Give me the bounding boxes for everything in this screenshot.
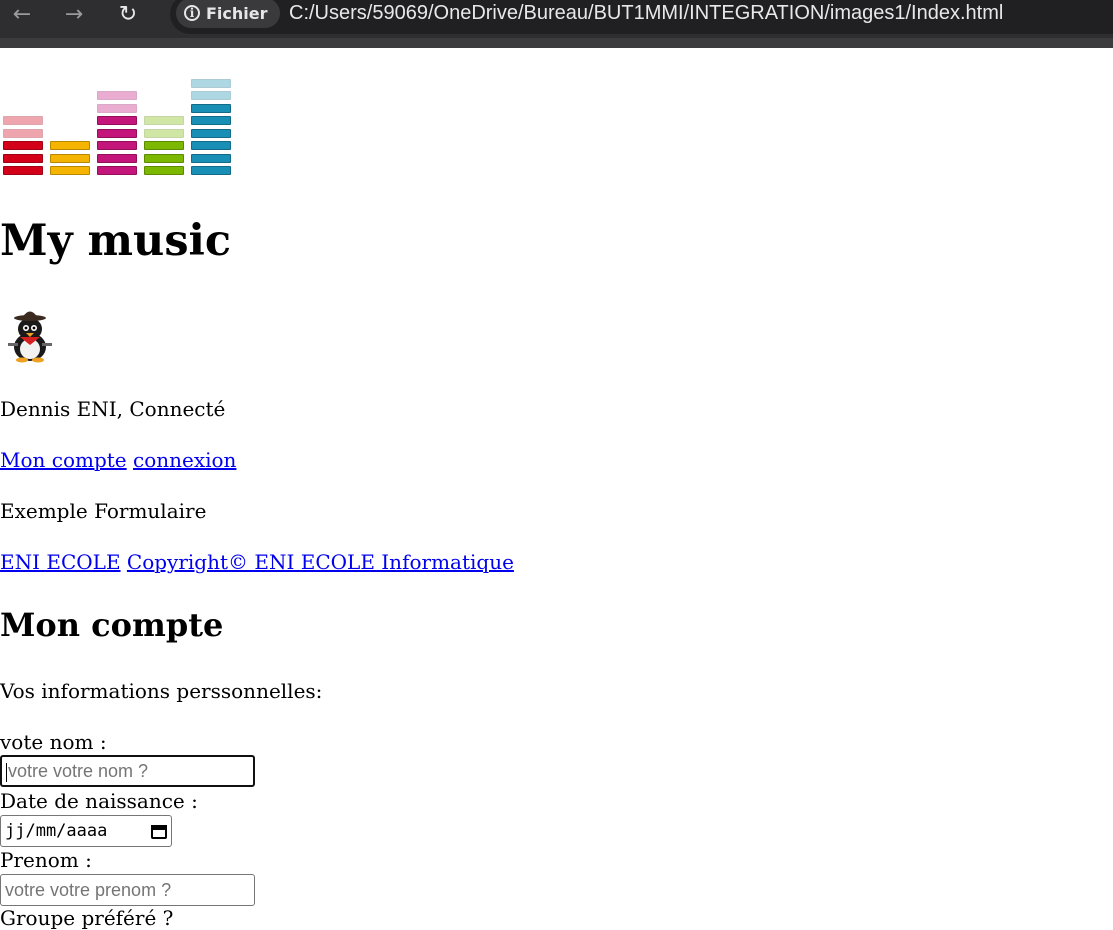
equalizer-segment [97, 116, 137, 125]
prenom-input[interactable]: votre votre prenom ? [0, 874, 255, 906]
equalizer-column [3, 75, 43, 175]
calendar-icon[interactable] [151, 823, 167, 839]
browser-toolbar: ← → ↻ i Fichier C:/Users/59069/OneDrive/… [0, 0, 1113, 48]
info-icon: i [184, 5, 200, 21]
birth-date-label: Date de naissance : [0, 789, 198, 813]
equalizer-segment [97, 91, 137, 100]
equalizer-column [97, 75, 137, 175]
equalizer-segment [50, 166, 90, 175]
equalizer-segment [191, 166, 231, 175]
user-avatar-penguin-icon [8, 311, 52, 363]
birth-date-input[interactable]: jj/mm/aaaa [0, 815, 172, 847]
toolbar-divider [0, 38, 1113, 48]
copyright-link[interactable]: Copyright© ENI ECOLE Informatique [127, 550, 514, 574]
user-status-text: Dennis ENI, Connecté [0, 397, 226, 421]
mon-compte-link[interactable]: Mon compte [0, 448, 127, 472]
equalizer-column [50, 75, 90, 175]
equalizer-segment [144, 141, 184, 150]
prenom-label: Prenom : [0, 848, 92, 872]
equalizer-segment [191, 91, 231, 100]
equalizer-segment [3, 166, 43, 175]
equalizer-segment [97, 153, 137, 163]
equalizer-segment [144, 128, 184, 138]
equalizer-segment [3, 128, 43, 138]
equalizer-column [191, 75, 231, 175]
equalizer-segment [191, 116, 231, 125]
equalizer-segment [3, 141, 43, 150]
music-equalizer-logo [3, 75, 231, 175]
personal-info-intro: Vos informations perssonnelles: [0, 679, 323, 703]
equalizer-segment [191, 78, 231, 88]
account-heading: Mon compte [0, 606, 224, 644]
page-title: My music [0, 216, 232, 266]
equalizer-segment [97, 103, 137, 113]
prenom-placeholder: votre votre prenom ? [5, 880, 172, 900]
equalizer-segment [144, 116, 184, 125]
site-info-chip[interactable]: i Fichier [176, 0, 280, 28]
nom-placeholder: votre votre nom ? [8, 761, 149, 781]
equalizer-column [144, 75, 184, 175]
url-text[interactable]: C:/Users/59069/OneDrive/Bureau/BUT1MMI/I… [289, 0, 1003, 26]
equalizer-segment [3, 153, 43, 163]
back-arrow-icon[interactable]: ← [8, 0, 36, 28]
site-info-label: Fichier [206, 3, 268, 23]
date-placeholder: jj/mm/aaaa [5, 821, 108, 841]
connexion-link[interactable]: connexion [133, 448, 236, 472]
equalizer-segment [191, 141, 231, 150]
nom-input[interactable]: votre votre nom ? [0, 755, 255, 787]
equalizer-segment [97, 141, 137, 150]
equalizer-segment [191, 128, 231, 138]
example-form-label: Exemple Formulaire [0, 499, 207, 523]
equalizer-segment [191, 103, 231, 113]
equalizer-segment [97, 128, 137, 138]
equalizer-segment [144, 166, 184, 175]
footer-links: ENI ECOLE Copyright© ENI ECOLE Informati… [0, 550, 514, 574]
equalizer-segment [50, 153, 90, 163]
text-caret [6, 762, 7, 782]
eni-ecole-link[interactable]: ENI ECOLE [0, 550, 121, 574]
forward-arrow-icon[interactable]: → [60, 0, 88, 28]
favorite-group-label: Groupe préféré ? [0, 906, 174, 930]
account-links: Mon compte connexion [0, 448, 236, 472]
equalizer-segment [144, 153, 184, 163]
equalizer-segment [3, 116, 43, 125]
equalizer-segment [191, 153, 231, 163]
nom-label: vote nom : [0, 730, 107, 754]
equalizer-segment [97, 166, 137, 175]
reload-icon[interactable]: ↻ [114, 0, 142, 28]
equalizer-segment [50, 141, 90, 150]
